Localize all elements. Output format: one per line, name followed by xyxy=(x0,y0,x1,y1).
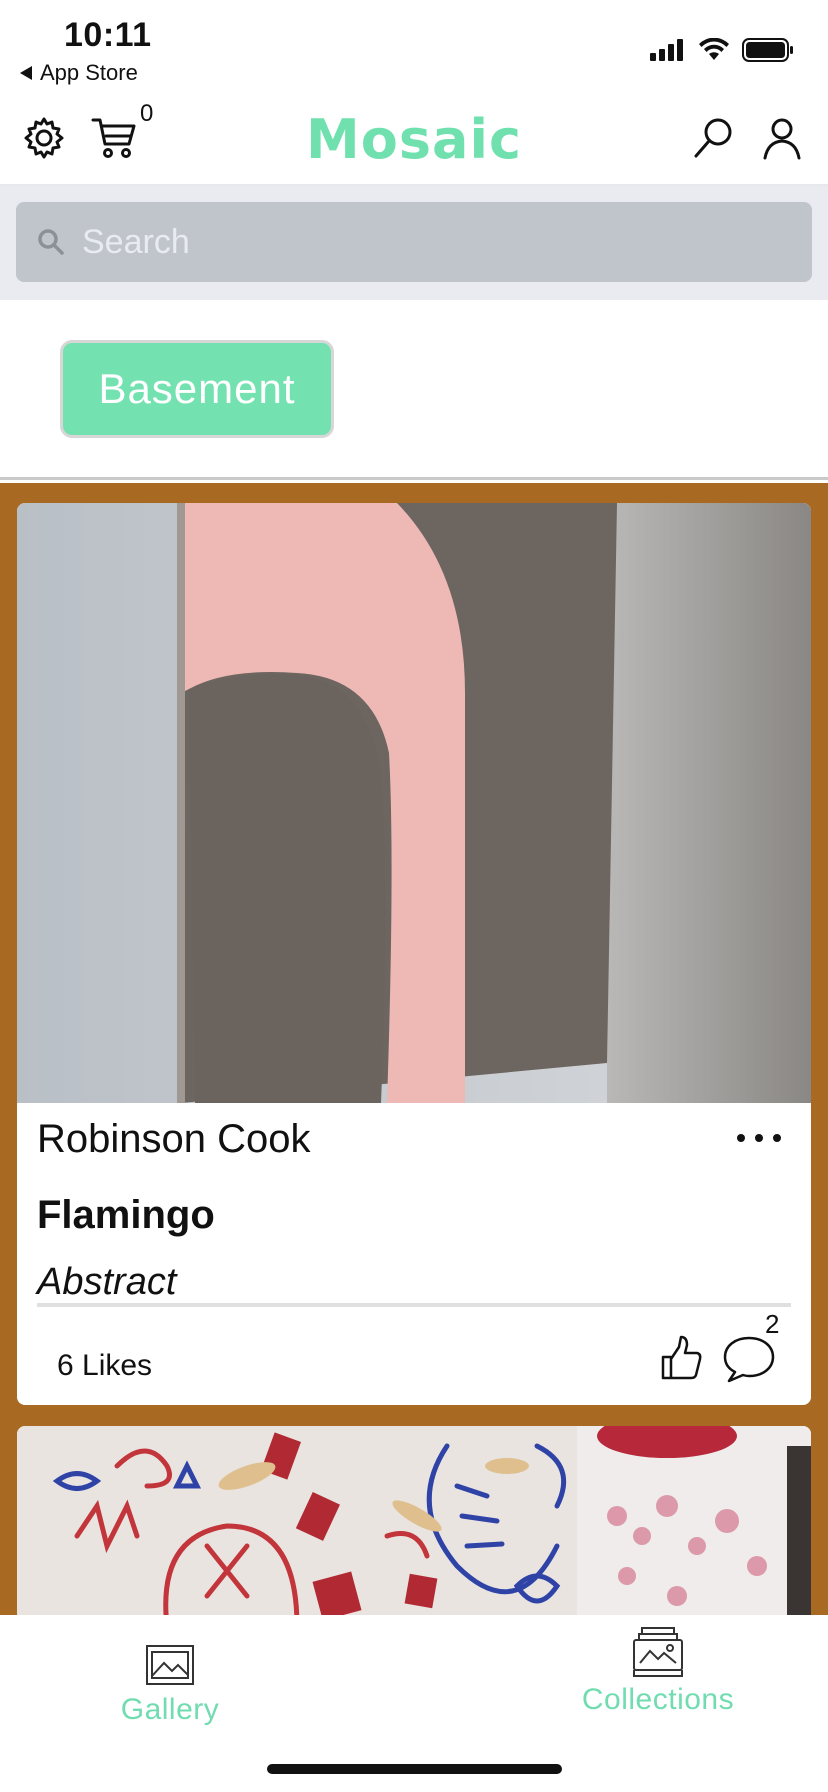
search-icon xyxy=(38,229,64,255)
like-button[interactable] xyxy=(655,1333,705,1383)
tab-collections[interactable]: Collections xyxy=(570,1625,746,1717)
ellipsis-dot-icon xyxy=(737,1134,745,1142)
search-input[interactable] xyxy=(82,222,762,262)
status-bar: 10:11 App Store xyxy=(0,0,828,100)
artwork-style: Abstract xyxy=(37,1261,177,1303)
gallery-icon xyxy=(146,1645,194,1685)
back-label: App Store xyxy=(40,60,138,85)
home-indicator[interactable] xyxy=(267,1764,562,1774)
artist-name[interactable]: Robinson Cook xyxy=(37,1117,311,1162)
likes-count: 6 Likes xyxy=(57,1349,153,1382)
collections-icon xyxy=(633,1627,683,1677)
filter-area: Basement xyxy=(0,300,828,480)
artwork-card[interactable]: Robinson Cook Flamingo Abstract 6 Likes … xyxy=(17,503,811,1405)
back-arrow-icon xyxy=(20,66,32,80)
back-to-app-store[interactable]: App Store xyxy=(20,60,138,86)
more-options-button[interactable] xyxy=(737,1123,781,1153)
thumbs-up-icon xyxy=(661,1335,702,1380)
artwork-feed[interactable]: Robinson Cook Flamingo Abstract 6 Likes … xyxy=(0,483,828,1615)
search-icon xyxy=(694,118,732,158)
tab-collections-label: Collections xyxy=(581,1683,735,1716)
artwork-image[interactable] xyxy=(17,503,811,1103)
ellipsis-dot-icon xyxy=(773,1134,781,1142)
battery-icon xyxy=(742,38,793,62)
search-field[interactable] xyxy=(16,202,812,282)
wifi-icon xyxy=(699,38,729,60)
signal-icon xyxy=(650,39,683,61)
filter-chip-basement[interactable]: Basement xyxy=(60,340,334,438)
tab-gallery-label: Gallery xyxy=(120,1693,220,1726)
search-button[interactable] xyxy=(690,114,738,162)
status-time: 10:11 xyxy=(64,16,152,54)
artwork-card-preview[interactable] xyxy=(17,1426,811,1615)
ellipsis-dot-icon xyxy=(755,1134,763,1142)
comment-count-badge: 2 xyxy=(765,1309,780,1339)
app-header: 0 Mosaic xyxy=(0,100,828,186)
artwork-image[interactable] xyxy=(17,1426,811,1615)
profile-button[interactable] xyxy=(758,114,806,162)
status-icons xyxy=(650,38,794,62)
comment-bubble-icon xyxy=(723,1336,775,1383)
tab-gallery[interactable]: Gallery xyxy=(110,1643,230,1727)
card-divider xyxy=(37,1303,791,1307)
user-icon xyxy=(763,118,801,160)
comment-button[interactable] xyxy=(721,1333,777,1385)
search-bar-container xyxy=(0,186,828,300)
artwork-title: Flamingo xyxy=(37,1193,215,1237)
